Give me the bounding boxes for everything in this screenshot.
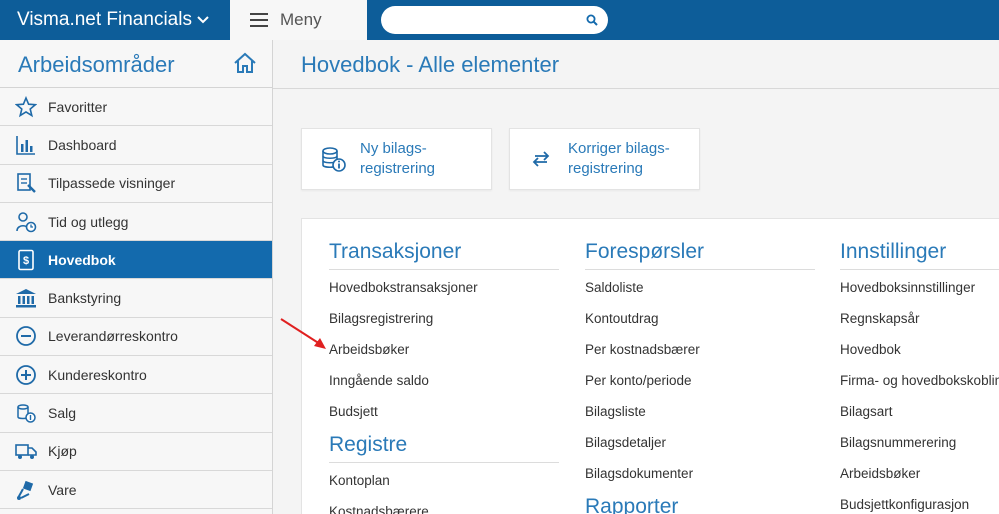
divider — [273, 88, 999, 89]
sidebar-title: Arbeidsområder — [18, 52, 175, 77]
sidebar-item-hovedbok[interactable]: $ Hovedbok — [0, 241, 272, 280]
link-firma-og-hovedbokskoblinger[interactable]: Firma- og hovedbokskoblinger — [840, 369, 999, 400]
search-box — [381, 6, 608, 34]
column-2: Forespørsler Saldoliste Kontoutdrag Per … — [585, 219, 815, 514]
sidebar-item-leverandorreskontro[interactable]: Leverandørreskontro — [0, 317, 272, 357]
sidebar-item-bankstyring[interactable]: Bankstyring — [0, 279, 272, 318]
link-hovedboksinnstillinger[interactable]: Hovedboksinnstillinger — [840, 276, 999, 307]
sidebar-item-label: Kundereskontro — [48, 366, 147, 383]
sidebar-item-kjop[interactable]: Kjøp — [0, 432, 272, 471]
truck-icon — [14, 439, 38, 463]
sidebar-item-label: Tilpassede visninger — [48, 175, 176, 192]
link-hovedbokstransaksjoner[interactable]: Hovedbokstransaksjoner — [329, 276, 559, 307]
time-expense-icon — [14, 210, 38, 234]
sidebar-item-label: Kjøp — [48, 443, 77, 460]
tile-ny-bilagsregistrering[interactable]: Ny bilags-registrering — [301, 128, 492, 190]
link-kontoplan[interactable]: Kontoplan — [329, 469, 559, 500]
links-panel: Transaksjoner Hovedbokstransaksjoner Bil… — [301, 218, 999, 514]
link-saldoliste[interactable]: Saldoliste — [585, 276, 815, 307]
page-title: Hovedbok - Alle elementer — [301, 52, 560, 77]
sidebar-item-kundereskontro[interactable]: Kundereskontro — [0, 356, 272, 395]
coins-info-icon — [318, 144, 348, 174]
tile-label: Ny bilags-registrering — [360, 140, 436, 177]
star-icon — [14, 95, 38, 119]
sidebar-item-label: Dashboard — [48, 136, 117, 153]
search-input[interactable] — [381, 6, 608, 34]
sidebar-item-favoritter[interactable]: Favoritter — [0, 88, 272, 127]
menu-label: Meny — [280, 10, 322, 29]
tile-label: Korriger bilags-registrering — [568, 140, 670, 177]
main-content: Hovedbok - Alle elementer Ny bilags-regi… — [273, 40, 999, 514]
sidebar-item-vare[interactable]: Vare — [0, 470, 272, 510]
sidebar-item-label: Favoritter — [48, 98, 108, 115]
menu-button[interactable]: Meny — [230, 0, 367, 40]
link-kontoutdrag[interactable]: Kontoutdrag — [585, 307, 815, 338]
home-icon[interactable] — [233, 51, 257, 75]
link-bilagsdetaljer[interactable]: Bilagsdetaljer — [585, 431, 815, 462]
plus-circle-icon — [14, 363, 38, 387]
link-inngaende-saldo[interactable]: Inngående saldo — [329, 369, 559, 400]
link-bilagsart[interactable]: Bilagsart — [840, 400, 999, 431]
link-bilagsregistrering[interactable]: Bilagsregistrering — [329, 307, 559, 338]
sidebar-item-label: Tid og utlegg — [48, 213, 129, 230]
sidebar-item-dashboard[interactable]: Dashboard — [0, 126, 272, 165]
custom-view-icon — [14, 171, 38, 195]
sidebar-item-label: Bankstyring — [48, 290, 122, 307]
search-icon[interactable] — [586, 14, 598, 26]
sidebar: Arbeidsområder Favoritter Dashboard Tilp… — [0, 40, 273, 514]
svg-text:$: $ — [23, 255, 29, 267]
sales-icon — [14, 401, 38, 425]
app-title: Visma.net Financials — [17, 9, 192, 30]
bar-chart-icon — [14, 133, 38, 157]
sidebar-header: Arbeidsområder — [0, 40, 272, 88]
sidebar-item-salg[interactable]: Salg — [0, 394, 272, 433]
section-title-innstillinger: Innstillinger — [840, 240, 999, 270]
section-title-transaksjoner: Transaksjoner — [329, 240, 559, 270]
link-kostnadsbaerere[interactable]: Kostnadsbærere — [329, 500, 559, 514]
sidebar-item-tid-og-utlegg[interactable]: Tid og utlegg — [0, 202, 272, 242]
minus-circle-icon — [14, 324, 38, 348]
section-title-rapporter: Rapporter — [585, 495, 815, 514]
link-hovedbok[interactable]: Hovedbok — [840, 338, 999, 369]
column-3: Innstillinger Hovedboksinnstillinger Reg… — [840, 219, 999, 514]
tile-korriger-bilagsregistrering[interactable]: Korriger bilags-registrering — [509, 128, 700, 190]
sidebar-item-tilpassede-visninger[interactable]: Tilpassede visninger — [0, 164, 272, 203]
link-per-kostnadsbaerer[interactable]: Per kostnadsbærer — [585, 338, 815, 369]
app-switcher[interactable]: Visma.net Financials — [0, 0, 230, 40]
link-bilagsliste[interactable]: Bilagsliste — [585, 400, 815, 431]
ledger-icon: $ — [14, 248, 38, 272]
bank-icon — [14, 286, 38, 310]
sidebar-item-label: Vare — [48, 481, 77, 498]
sidebar-item-label: Leverandørreskontro — [48, 328, 178, 345]
link-bilagsnummerering[interactable]: Bilagsnummerering — [840, 431, 999, 462]
section-title-registre: Registre — [329, 433, 559, 463]
link-arbeidsboker-innstillinger[interactable]: Arbeidsbøker — [840, 462, 999, 493]
chevron-down-icon — [197, 16, 209, 24]
sidebar-item-label: Salg — [48, 405, 77, 422]
link-bilagsdokumenter[interactable]: Bilagsdokumenter — [585, 462, 815, 493]
sidebar-item-label: Hovedbok — [48, 251, 116, 268]
link-budsjettkonfigurasjon[interactable]: Budsjettkonfigurasjon — [840, 493, 999, 514]
hand-truck-icon — [14, 478, 38, 502]
link-budsjett[interactable]: Budsjett — [329, 400, 559, 431]
top-bar: Visma.net Financials Meny — [0, 0, 999, 40]
hamburger-icon — [250, 13, 268, 27]
link-arbeidsboker[interactable]: Arbeidsbøker — [329, 338, 559, 369]
column-1: Transaksjoner Hovedbokstransaksjoner Bil… — [329, 219, 559, 514]
swap-arrows-icon — [526, 144, 556, 174]
link-regnskapsar[interactable]: Regnskapsår — [840, 307, 999, 338]
section-title-foresporsler: Forespørsler — [585, 240, 815, 270]
link-per-konto-periode[interactable]: Per konto/periode — [585, 369, 815, 400]
